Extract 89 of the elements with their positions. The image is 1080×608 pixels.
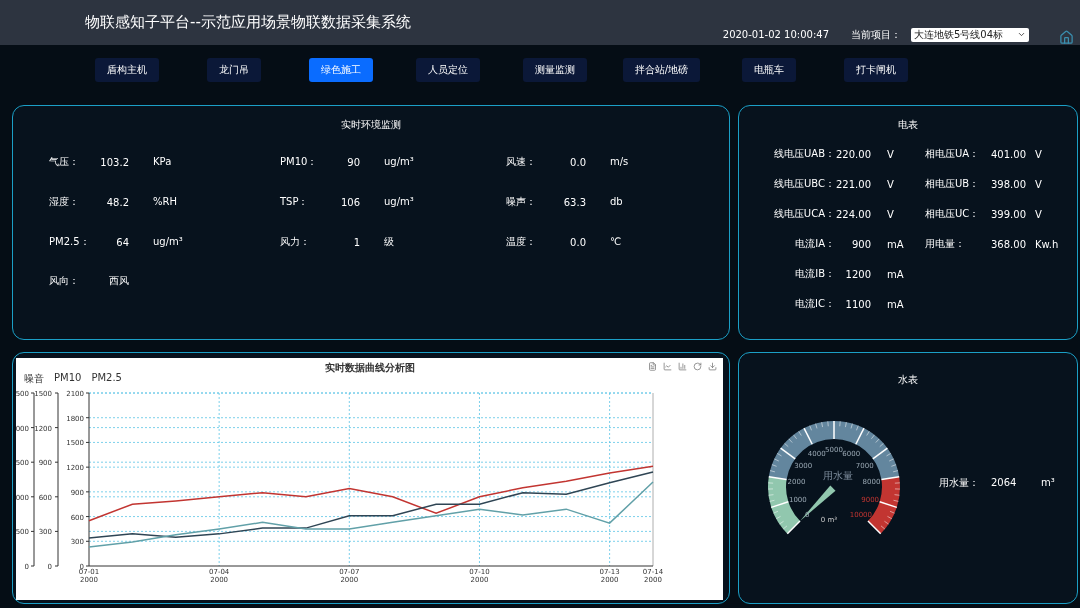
reading-unit: ug/m³ xyxy=(152,235,184,249)
reading-unit: %RH xyxy=(152,195,178,209)
meter-value: 398.00 xyxy=(991,178,1027,190)
meter-value: 368.00 xyxy=(991,238,1027,250)
download-icon[interactable] xyxy=(708,362,717,371)
reading-value: 0.0 xyxy=(569,236,586,248)
home-icon[interactable] xyxy=(1059,30,1074,45)
chart-title: 实时数据曲线分析图 xyxy=(324,362,415,373)
reading-value: 103.2 xyxy=(99,156,129,168)
reading-label: PM2.5： xyxy=(49,235,91,249)
reading-label: 温度： xyxy=(506,235,537,249)
bar-chart-icon[interactable] xyxy=(678,362,687,371)
datetime: 2020-01-02 10:00:47 xyxy=(722,29,829,40)
meter-label: 用电量： xyxy=(925,237,966,251)
meter-unit: V xyxy=(1035,148,1043,160)
meter-unit: mA xyxy=(886,298,905,310)
reading-unit: ℃ xyxy=(609,235,623,249)
nav-tab[interactable]: 龙门吊 xyxy=(206,58,261,82)
meter-label: 相电压UA： xyxy=(925,147,981,161)
meter-label: 相电压UC： xyxy=(925,207,981,221)
reading-unit: db xyxy=(609,195,624,209)
legend-item[interactable]: PM10 xyxy=(54,372,82,386)
panel-title: 电表 xyxy=(898,118,918,132)
reading-label: 湿度： xyxy=(49,195,80,209)
reading-label: 风向： xyxy=(49,274,80,288)
reading-unit: KPa xyxy=(152,155,173,169)
reading-value: 1 xyxy=(352,236,360,248)
reading-label: TSP： xyxy=(280,195,310,209)
meter-value: 401.00 xyxy=(991,148,1027,160)
reading-label: 风力： xyxy=(280,235,311,249)
meter-unit: V xyxy=(1035,208,1043,220)
reading-value: 63.3 xyxy=(562,196,586,208)
reading-value: 0.0 xyxy=(569,156,586,168)
nav-tab[interactable]: 绿色施工 xyxy=(308,58,373,82)
nav-tab[interactable]: 测量监测 xyxy=(522,58,587,82)
panel-title: 实时环境监测 xyxy=(341,118,401,132)
reading-value: 西风 xyxy=(108,274,129,288)
app-title: 物联感知子平台--示范应用场景物联数据采集系统 xyxy=(85,13,412,32)
reading-unit: m³ xyxy=(1041,477,1056,488)
meter-label: 电流IA： xyxy=(794,237,835,251)
meter-value: 399.00 xyxy=(991,208,1027,220)
nav-tab[interactable]: 拌合站/地磅 xyxy=(622,58,701,82)
meter-value: 1200 xyxy=(844,268,871,280)
gauge-title: 用水量 xyxy=(823,470,853,481)
reading-unit: ug/m³ xyxy=(383,155,415,169)
meter-label: 线电压UAB： xyxy=(772,147,835,161)
project-select[interactable]: 大连地铁5号线04标 xyxy=(911,27,1029,42)
legend-item[interactable]: 噪音 xyxy=(24,372,44,386)
meter-unit: mA xyxy=(886,268,905,280)
meter-unit: V xyxy=(886,208,895,220)
caret-icon[interactable] xyxy=(1017,30,1026,39)
meter-value: 220.00 xyxy=(835,148,871,160)
reading-unit: ug/m³ xyxy=(383,195,415,209)
nav-tab[interactable]: 电瓶车 xyxy=(741,58,796,82)
nav-tab[interactable]: 人员定位 xyxy=(415,58,480,82)
reading-unit: m/s xyxy=(609,155,630,169)
reading-label: 风速： xyxy=(506,155,537,169)
meter-value: 1100 xyxy=(844,298,871,310)
reading-value: 48.2 xyxy=(105,196,129,208)
meter-unit: V xyxy=(886,148,895,160)
reading-label: 噪声： xyxy=(506,195,537,209)
meter-label: 线电压UBC： xyxy=(773,177,835,191)
reading-unit: 级 xyxy=(383,235,395,249)
project-label: 当前项目： xyxy=(851,27,901,42)
refresh-icon[interactable] xyxy=(693,362,702,371)
meter-value: 221.00 xyxy=(835,178,871,190)
reading-value: 64 xyxy=(115,236,129,248)
meter-value: 900 xyxy=(850,238,871,250)
meter-unit: mA xyxy=(886,238,905,250)
nav-tab[interactable]: 打卡闸机 xyxy=(843,58,908,82)
reading-label: 用水量： xyxy=(939,475,980,490)
meter-value: 224.00 xyxy=(835,208,871,220)
reading-label: PM10： xyxy=(280,155,319,169)
reading-value: 2064 xyxy=(991,477,1018,488)
meter-label: 电流IC： xyxy=(794,297,835,311)
reading-value: 106 xyxy=(339,196,360,208)
reading-value: 90 xyxy=(346,156,360,168)
panel-title: 水表 xyxy=(898,373,918,387)
nav-tab[interactable]: 盾构主机 xyxy=(94,58,159,82)
meter-label: 电流IB： xyxy=(794,267,835,281)
meter-unit: V xyxy=(1035,178,1043,190)
document-icon[interactable] xyxy=(648,362,657,371)
meter-unit: V xyxy=(886,178,895,190)
meter-unit: Kw.h xyxy=(1035,238,1060,250)
reading-label: 气压： xyxy=(49,155,80,169)
meter-label: 相电压UB： xyxy=(925,177,981,191)
legend-item[interactable]: PM2.5 xyxy=(91,372,122,386)
line-chart-icon[interactable] xyxy=(663,362,672,371)
meter-label: 线电压UCA： xyxy=(772,207,835,221)
